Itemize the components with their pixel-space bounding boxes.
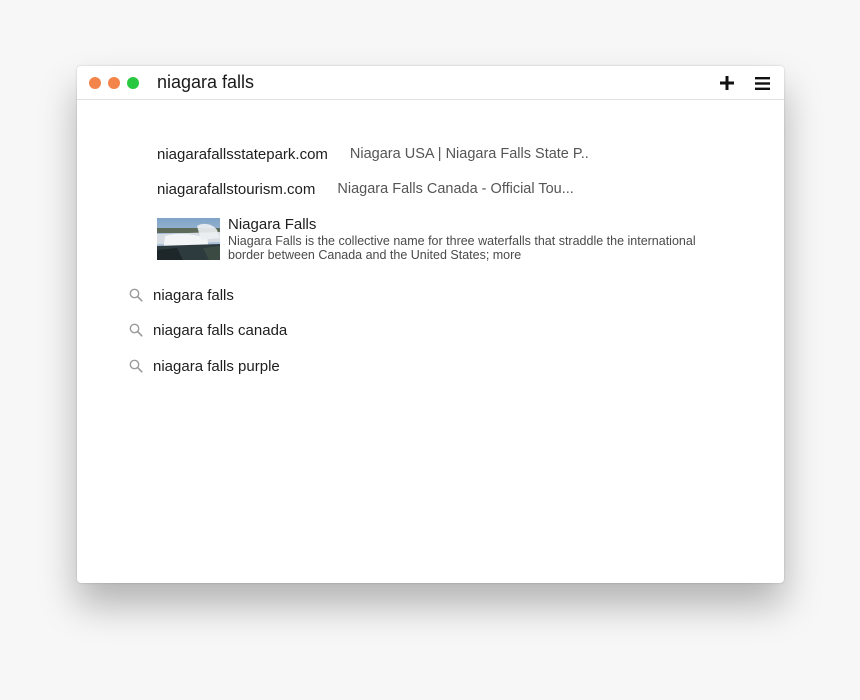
url-result[interactable]: niagarafallstourism.com Niagara Falls Ca… [157, 177, 574, 201]
search-icon [129, 288, 143, 302]
suggestion-label: niagara falls purple [153, 357, 280, 375]
add-button[interactable] [716, 72, 738, 94]
search-input[interactable] [157, 70, 677, 94]
search-icon [129, 323, 143, 337]
suggestion-label: niagara falls canada [153, 321, 288, 339]
hamburger-menu-icon [754, 76, 770, 90]
url-description: Niagara USA | Niagara Falls State P.. [349, 146, 589, 162]
close-window-button[interactable] [89, 77, 101, 89]
plus-icon [720, 76, 734, 90]
waterfall-thumbnail [157, 218, 220, 260]
url-domain: niagarafallsstatepark.com [157, 145, 328, 163]
search-suggestion[interactable]: niagara falls [129, 283, 234, 307]
suggestion-label: niagara falls [153, 286, 234, 304]
wiki-description: Niagara Falls is the collective name for… [228, 234, 696, 262]
search-icon [129, 359, 143, 373]
url-description: Niagara Falls Canada - Official Tou... [337, 181, 574, 197]
wiki-title: Niagara Falls [228, 216, 317, 233]
menu-button[interactable] [751, 72, 773, 94]
title-bar [77, 66, 784, 100]
search-suggestion[interactable]: niagara falls purple [129, 354, 280, 378]
app-window: niagarafallsstatepark.com Niagara USA | … [77, 66, 784, 583]
search-suggestion[interactable]: niagara falls canada [129, 318, 287, 342]
wiki-result[interactable]: Niagara Falls Niagara Falls is the colle… [157, 216, 717, 262]
url-result[interactable]: niagarafallsstatepark.com Niagara USA | … [157, 142, 589, 166]
zoom-window-button[interactable] [127, 77, 139, 89]
minimize-window-button[interactable] [108, 77, 120, 89]
window-controls [89, 77, 139, 89]
url-domain: niagarafallstourism.com [157, 180, 316, 198]
